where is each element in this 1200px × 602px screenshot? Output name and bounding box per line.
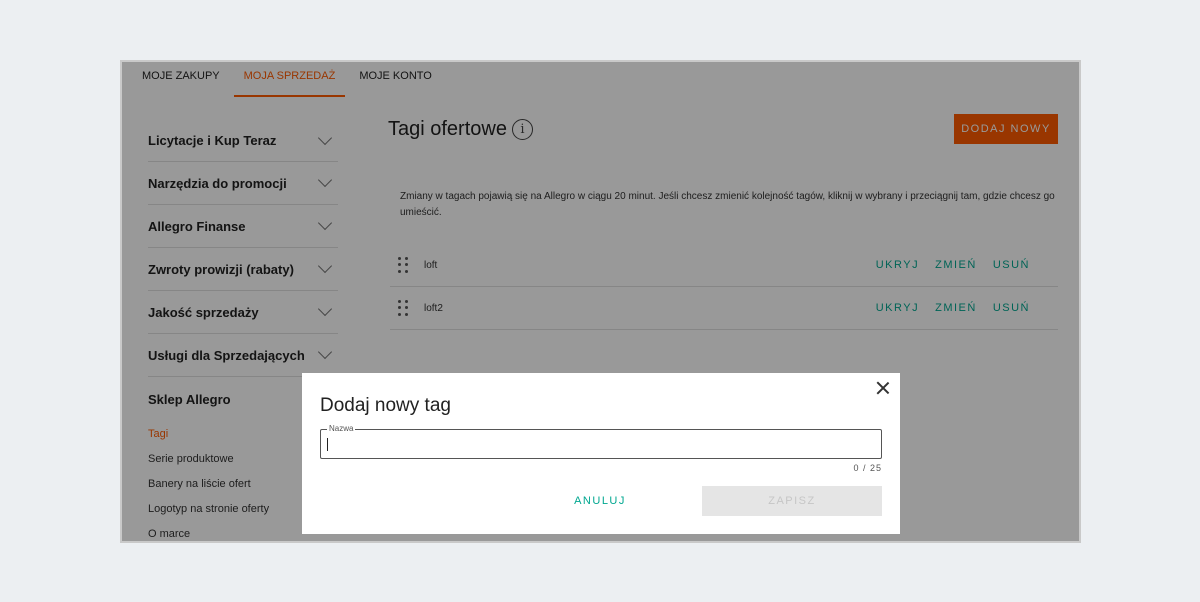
tag-name-input[interactable] <box>327 438 867 452</box>
save-button[interactable]: ZAPISZ <box>702 486 882 516</box>
close-icon[interactable] <box>874 379 892 397</box>
cancel-button[interactable]: ANULUJ <box>560 486 640 516</box>
tag-name-field[interactable]: Nazwa <box>320 424 882 459</box>
text-caret <box>327 438 328 451</box>
dialog-title: Dodaj nowy tag <box>320 395 451 416</box>
field-label: Nazwa <box>327 424 356 434</box>
add-tag-dialog: Dodaj nowy tag Nazwa 0 / 25 ANULUJ ZAPIS… <box>302 373 900 534</box>
char-counter: 0 / 25 <box>853 463 882 473</box>
